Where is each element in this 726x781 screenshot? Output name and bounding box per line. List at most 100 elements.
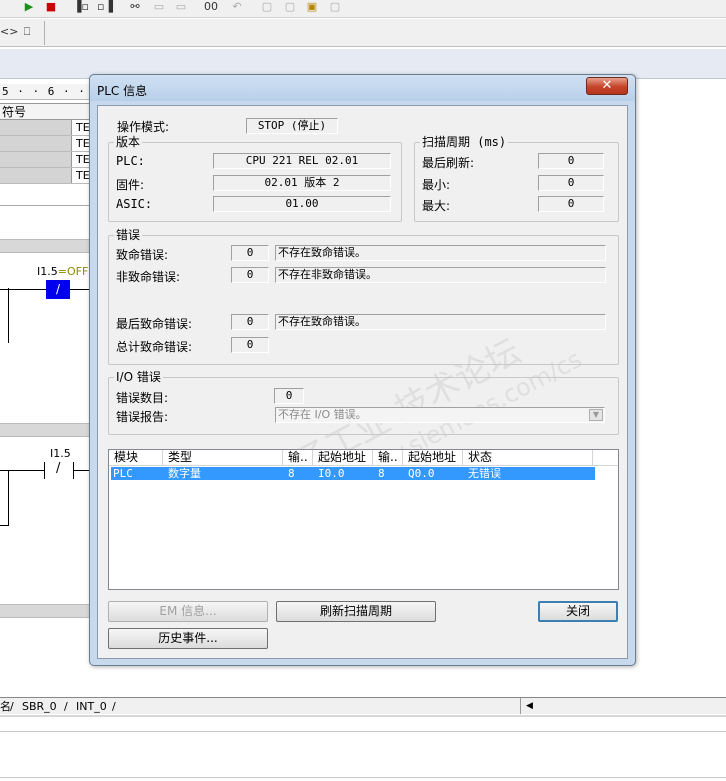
network-header-bar bbox=[0, 239, 92, 253]
stop-icon[interactable]: ■ bbox=[42, 0, 60, 14]
rung-wire bbox=[0, 289, 46, 290]
column-header-output-address[interactable]: 起始地址 bbox=[403, 450, 463, 466]
toolbar-icon-a[interactable]: ▢ bbox=[258, 0, 276, 14]
asic-version-field: 01.00 bbox=[213, 196, 391, 212]
column-header-type[interactable]: 类型 bbox=[163, 450, 283, 466]
nonfatal-error-label: 非致命错误: bbox=[116, 270, 181, 284]
rung-wire bbox=[0, 470, 44, 471]
scan-cycle-group-title: 扫描周期 (ms) bbox=[420, 135, 509, 149]
scan-last-label: 最后刷新: bbox=[422, 156, 475, 170]
io-error-count-label: 错误数目: bbox=[116, 391, 169, 405]
nonfatal-error-text: 不存在非致命错误。 bbox=[275, 267, 606, 283]
ladder-editor: I1.5=OFF / I1.5 / bbox=[0, 205, 92, 695]
network-header-bar bbox=[0, 604, 92, 618]
symbol-row[interactable]: TE bbox=[0, 152, 92, 168]
normally-closed-contact[interactable]: / bbox=[56, 461, 60, 476]
last-fatal-error-text: 不存在致命错误。 bbox=[275, 314, 606, 330]
symbol-cell: TE bbox=[76, 137, 90, 150]
tab-separator: / bbox=[112, 700, 116, 713]
toolbar-icon-c[interactable]: ▣ bbox=[303, 0, 321, 14]
scroll-left-icon[interactable]: ◀ bbox=[526, 698, 533, 714]
scan-min-value: 0 bbox=[538, 175, 604, 191]
toolbar-disabled-icon[interactable]: ▭ bbox=[150, 0, 168, 14]
undo-icon[interactable]: ↶ bbox=[228, 0, 246, 14]
symbol-cell: TE bbox=[76, 121, 90, 134]
column-header-status[interactable]: 状态 bbox=[463, 450, 593, 466]
toolbar-disabled-icon-2[interactable]: ▭ bbox=[172, 0, 190, 14]
normally-closed-contact[interactable]: / bbox=[46, 280, 70, 299]
editor-right-gray bbox=[636, 79, 726, 695]
symbol-cell: TE bbox=[76, 169, 90, 182]
symbol-table: 符号 TE TE TE TE bbox=[0, 103, 92, 184]
tab-separator: / bbox=[64, 700, 68, 713]
total-fatal-errors-value: 0 bbox=[231, 337, 269, 353]
program-tab-strip: 名 / SBR_0 / INT_0 / ◀ bbox=[0, 697, 726, 714]
table-row[interactable]: PLC 数字量 8 I0.0 8 Q0.0 无错误 bbox=[111, 467, 595, 480]
symbol-row[interactable]: TE bbox=[0, 120, 92, 136]
em-info-button[interactable]: EM 信息... bbox=[108, 601, 268, 622]
secondary-toolbar: <> ⎕ bbox=[0, 19, 726, 47]
scan-last-value: 0 bbox=[538, 153, 604, 169]
scan-max-label: 最大: bbox=[422, 199, 451, 213]
plc-label: PLC: bbox=[116, 154, 145, 168]
input-address-cell: I0.0 bbox=[318, 467, 345, 480]
asic-label: ASIC: bbox=[116, 197, 153, 211]
refresh-scan-cycle-button[interactable]: 刷新扫描周期 bbox=[276, 601, 436, 622]
fatal-error-label: 致命错误: bbox=[116, 248, 169, 262]
tab-separator: / bbox=[10, 700, 14, 713]
plc-version-field: CPU 221 REL 02.01 bbox=[213, 153, 391, 169]
column-header-module[interactable]: 模块 bbox=[109, 450, 163, 466]
firmware-version-field: 02.01 版本 2 bbox=[213, 175, 391, 191]
code-icon[interactable]: <> bbox=[0, 25, 18, 39]
symbol-row[interactable]: TE bbox=[0, 168, 92, 184]
column-header-inputs[interactable]: 输.. bbox=[283, 450, 313, 466]
module-list[interactable]: 模块 类型 输.. 起始地址 输.. 起始地址 状态 PLC 数字量 8 I0.… bbox=[108, 449, 619, 590]
chevron-down-icon[interactable]: ▼ bbox=[589, 409, 603, 421]
column-header-input-address[interactable]: 起始地址 bbox=[313, 450, 373, 466]
chart-status-icon[interactable]: ▫▐ bbox=[96, 0, 114, 14]
column-ruler: 5 · · 6 · · 7 bbox=[0, 84, 92, 114]
type-cell: 数字量 bbox=[168, 467, 201, 480]
link-icon[interactable]: ⚯ bbox=[126, 0, 144, 14]
version-group-title: 版本 bbox=[114, 135, 143, 149]
output-pane-divider bbox=[0, 731, 726, 732]
io-error-report-select[interactable]: 不存在 I/O 错误。 ▼ bbox=[275, 407, 605, 423]
symbol-column-header: 符号 bbox=[0, 103, 92, 120]
history-events-button[interactable]: 历史事件... bbox=[108, 628, 268, 649]
output-pane-divider bbox=[0, 777, 726, 778]
program-status-icon[interactable]: ▐▫ bbox=[72, 0, 90, 14]
symbol-row[interactable]: TE bbox=[0, 136, 92, 152]
horizontal-scrollbar[interactable]: ◀ bbox=[520, 698, 726, 714]
branch-wire bbox=[8, 470, 9, 526]
close-icon[interactable]: ✕ bbox=[586, 77, 628, 95]
toolbar-separator bbox=[44, 21, 45, 45]
contact-label: I1.5 bbox=[50, 447, 71, 460]
dialog-client: 西门子工业 技术论坛 support.industry.siemens.com/… bbox=[97, 105, 628, 659]
tab-sbr0[interactable]: SBR_0 bbox=[22, 699, 57, 714]
tab-int0[interactable]: INT_0 bbox=[76, 699, 107, 714]
close-button[interactable]: 关闭 bbox=[538, 601, 618, 622]
dialog-title: PLC 信息 bbox=[97, 84, 148, 98]
nonfatal-error-code: 0 bbox=[231, 267, 269, 283]
module-list-header: 模块 类型 输.. 起始地址 输.. 起始地址 状态 bbox=[109, 450, 618, 466]
total-fatal-errors-label: 总计致命错误: bbox=[116, 340, 193, 354]
scan-max-value: 0 bbox=[538, 196, 604, 212]
output-pane bbox=[0, 715, 726, 781]
toolbar-icon-d[interactable]: ▢ bbox=[326, 0, 344, 14]
fatal-error-code: 0 bbox=[231, 245, 269, 261]
module-cell: PLC bbox=[113, 467, 133, 480]
inputs-cell: 8 bbox=[288, 467, 295, 480]
io-errors-group-title: I/O 错误 bbox=[114, 370, 163, 384]
run-icon[interactable]: ▶ bbox=[20, 0, 38, 14]
io-error-count-value: 0 bbox=[274, 388, 304, 404]
firmware-label: 固件: bbox=[116, 178, 145, 192]
page-icon[interactable]: ⎕ bbox=[18, 25, 36, 39]
column-header-outputs[interactable]: 输.. bbox=[373, 450, 403, 466]
last-fatal-error-label: 最后致命错误: bbox=[116, 317, 193, 331]
mode-label: 操作模式: bbox=[117, 120, 170, 134]
contact-label: I1.5=OFF bbox=[37, 265, 89, 278]
dialog-titlebar[interactable]: PLC 信息 ✕ bbox=[90, 75, 635, 101]
toolbar-icon-b[interactable]: ▢ bbox=[281, 0, 299, 14]
main-toolbar: ▶ ■ ▐▫ ▫▐ ⚯ ▭ ▭ 00 ↶ ▢ ▢ ▣ ▢ bbox=[0, 0, 726, 18]
io-error-report-value: 不存在 I/O 错误。 bbox=[278, 408, 367, 421]
